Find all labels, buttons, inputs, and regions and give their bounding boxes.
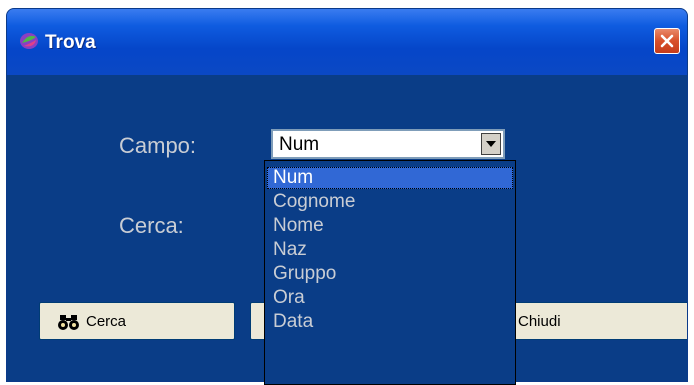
dropdown-option[interactable]: Data [267, 311, 513, 333]
dropdown-option[interactable]: Cognome [267, 191, 513, 213]
dropdown-option[interactable]: Naz [267, 239, 513, 261]
close-button[interactable] [654, 28, 680, 54]
campo-label: Campo: [119, 133, 197, 158]
close-icon [660, 34, 674, 48]
campo-select[interactable]: Num [271, 129, 505, 159]
cerca-button-label: Cerca [86, 313, 127, 330]
dropdown-option[interactable]: Num [267, 167, 513, 189]
dropdown-option[interactable]: Ora [267, 287, 513, 309]
dropdown-option[interactable]: Gruppo [267, 263, 513, 285]
chiudi-button-label: Chiudi [518, 313, 561, 330]
cerca-label: Cerca: [119, 213, 184, 238]
chiudi-button[interactable]: Chiudi [495, 302, 687, 340]
cerca-button[interactable]: Cerca [39, 302, 235, 340]
app-icon [19, 31, 39, 51]
campo-dropdown-list[interactable]: Num Cognome Nome Naz Gruppo Ora Data [264, 160, 516, 385]
dropdown-option[interactable]: Nome [267, 215, 513, 237]
title-bar[interactable]: Trova [7, 9, 687, 75]
campo-select-value: Num [279, 134, 320, 155]
dropdown-button[interactable] [481, 133, 501, 155]
binoculars-icon [58, 313, 80, 335]
chevron-down-icon [486, 141, 496, 147]
window-title: Trova [45, 32, 96, 53]
